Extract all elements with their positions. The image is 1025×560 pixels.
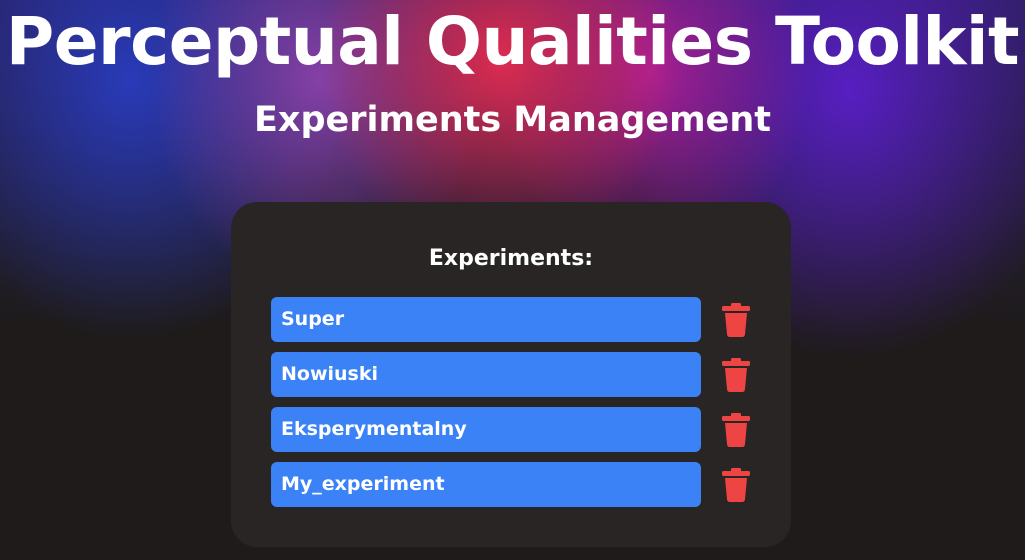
- experiments-list: Super Nowiuski Eksperymentalny My_experi…: [271, 297, 761, 517]
- experiments-heading: Experiments:: [428, 246, 594, 271]
- experiment-button[interactable]: Eksperymentalny: [271, 407, 701, 452]
- trash-icon[interactable]: [721, 468, 751, 502]
- experiments-panel: Experiments: Super Nowiuski Eksperymenta…: [231, 202, 791, 547]
- trash-icon[interactable]: [721, 358, 751, 392]
- experiment-button[interactable]: Nowiuski: [271, 352, 701, 397]
- list-item: My_experiment: [271, 462, 761, 507]
- trash-icon[interactable]: [721, 413, 751, 447]
- trash-icon[interactable]: [721, 303, 751, 337]
- experiment-button[interactable]: Super: [271, 297, 701, 342]
- page-subtitle: Experiments Management: [253, 100, 772, 140]
- experiment-button[interactable]: My_experiment: [271, 462, 701, 507]
- list-item: Eksperymentalny: [271, 407, 761, 452]
- page-title: Perceptual Qualities Toolkit: [5, 3, 1020, 80]
- list-item: Nowiuski: [271, 352, 761, 397]
- list-item: Super: [271, 297, 761, 342]
